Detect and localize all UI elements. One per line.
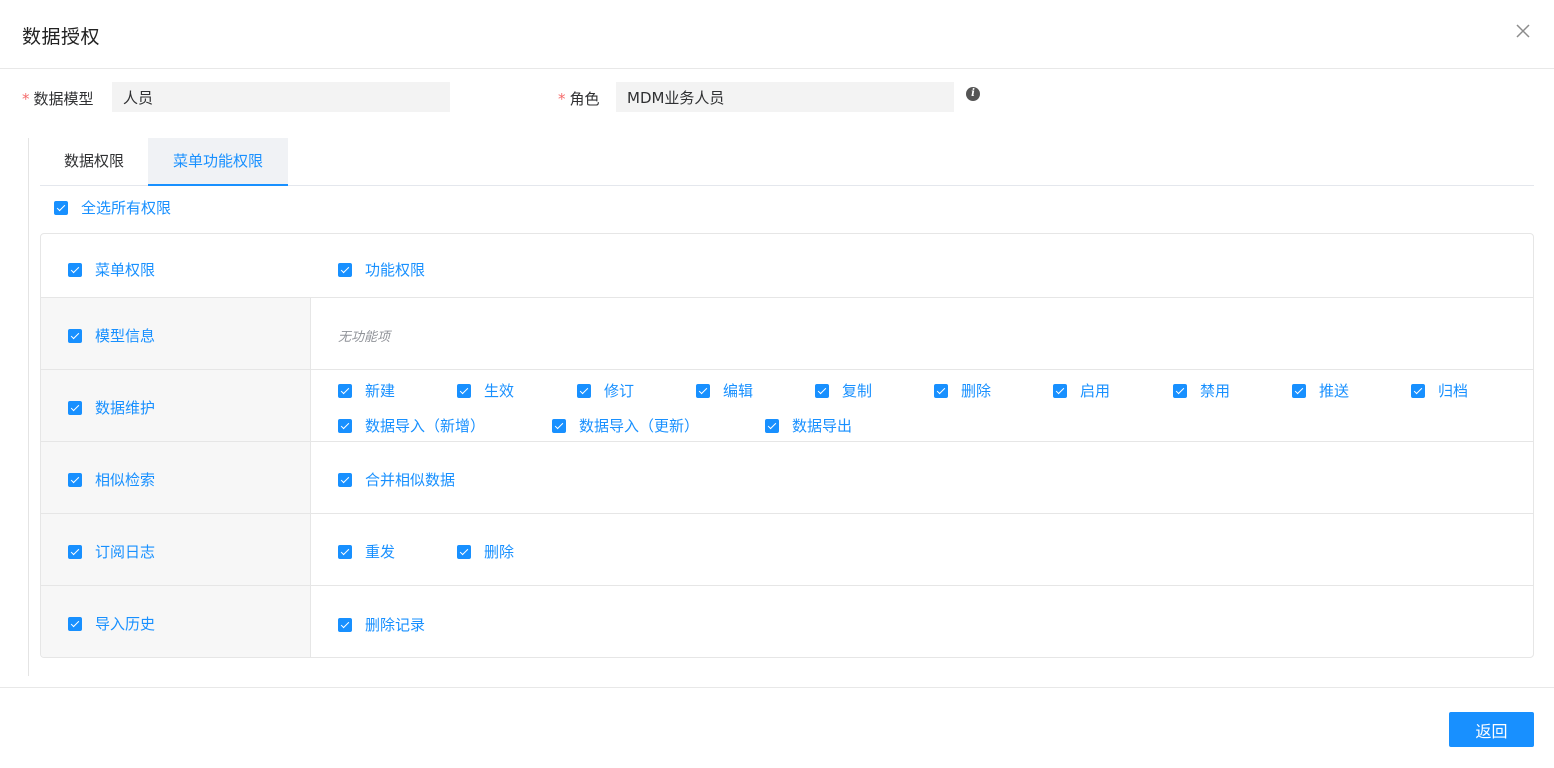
menu-checkbox[interactable]: 导入历史 — [68, 613, 155, 634]
checkbox-checked-icon — [1292, 383, 1306, 398]
checkbox-checked-icon — [552, 418, 566, 433]
menu-permission-header-checkbox[interactable]: 菜单权限 — [68, 259, 155, 280]
checkbox-checked-icon — [338, 383, 352, 398]
tab-bar: 数据权限 菜单功能权限 — [40, 138, 1534, 186]
info-icon[interactable]: i — [966, 87, 980, 101]
checkbox-checked-icon — [338, 418, 352, 433]
checkbox-checked-icon — [68, 544, 82, 559]
required-mark: * — [22, 90, 30, 108]
no-function-text: 无功能项 — [338, 330, 391, 345]
tab-data-permission[interactable]: 数据权限 — [40, 138, 148, 186]
left-divider — [28, 138, 29, 676]
function-checkbox[interactable]: 删除 — [457, 541, 514, 562]
function-checkbox[interactable]: 新建 — [338, 380, 395, 401]
menu-checkbox[interactable]: 数据维护 — [68, 397, 155, 418]
function-checkbox[interactable]: 数据导入（新增） — [338, 415, 485, 436]
checkbox-checked-icon — [815, 383, 829, 398]
checkbox-checked-icon — [457, 383, 471, 398]
function-checkbox[interactable]: 编辑 — [696, 380, 753, 401]
select-all-checkbox[interactable]: 全选所有权限 — [54, 197, 171, 218]
checkbox-checked-icon — [1053, 383, 1067, 398]
checkbox-checked-icon — [68, 616, 82, 631]
function-checkbox[interactable]: 推送 — [1292, 380, 1349, 401]
required-mark: * — [558, 90, 566, 108]
table-row: 模型信息 无功能项 — [41, 297, 1533, 369]
role-input[interactable] — [616, 82, 954, 112]
close-icon[interactable] — [1512, 20, 1534, 42]
checkbox-checked-icon — [457, 544, 471, 559]
checkbox-checked-icon — [696, 383, 710, 398]
function-checkbox[interactable]: 数据导入（更新） — [552, 415, 699, 436]
menu-checkbox[interactable]: 订阅日志 — [68, 541, 155, 562]
table-row: 相似检索 合并相似数据 — [41, 441, 1533, 513]
table-row: 数据维护 新建 生效 修订 编辑 复制 删除 启用 禁用 推送 归档 数据导入（… — [41, 369, 1533, 441]
function-checkbox[interactable]: 修订 — [577, 380, 634, 401]
checkbox-checked-icon — [68, 400, 82, 415]
function-checkbox[interactable]: 生效 — [457, 380, 514, 401]
checkbox-checked-icon — [577, 383, 591, 398]
function-checkbox[interactable]: 数据导出 — [765, 415, 852, 436]
table-row: 订阅日志 重发 删除 — [41, 513, 1533, 585]
checkbox-checked-icon — [68, 328, 82, 343]
checkbox-checked-icon — [338, 472, 352, 487]
function-checkbox[interactable]: 启用 — [1053, 380, 1110, 401]
back-button[interactable]: 返回 — [1449, 712, 1534, 747]
checkbox-checked-icon — [68, 472, 82, 487]
select-all-label: 全选所有权限 — [81, 199, 172, 217]
table-header-row: 菜单权限 功能权限 — [41, 234, 1533, 297]
checkbox-checked-icon — [338, 262, 352, 277]
dialog-title: 数据授权 — [22, 26, 101, 48]
function-checkbox[interactable]: 删除 — [934, 380, 991, 401]
checkbox-checked-icon — [338, 617, 352, 632]
model-input[interactable] — [112, 82, 450, 112]
table-row: 导入历史 删除记录 — [41, 585, 1533, 657]
menu-checkbox[interactable]: 模型信息 — [68, 325, 155, 346]
checkbox-checked-icon — [54, 200, 68, 215]
permission-table: 菜单权限 功能权限 模型信息 无功能项 数据维护 新建 生效 修订 编辑 复制 … — [40, 233, 1534, 658]
function-checkbox[interactable]: 重发 — [338, 541, 395, 562]
footer-divider — [0, 687, 1554, 688]
tab-menu-function-permission[interactable]: 菜单功能权限 — [148, 138, 288, 186]
checkbox-checked-icon — [68, 262, 82, 277]
function-checkbox[interactable]: 归档 — [1411, 380, 1468, 401]
checkbox-checked-icon — [338, 544, 352, 559]
function-permission-header-checkbox[interactable]: 功能权限 — [338, 259, 425, 280]
role-label: * 角色 — [558, 90, 600, 108]
function-checkbox[interactable]: 合并相似数据 — [338, 469, 455, 490]
checkbox-checked-icon — [765, 418, 779, 433]
function-checkbox[interactable]: 禁用 — [1173, 380, 1230, 401]
dialog-header: 数据授权 — [0, 0, 1554, 69]
checkbox-checked-icon — [934, 383, 948, 398]
menu-checkbox[interactable]: 相似检索 — [68, 469, 155, 490]
function-checkbox[interactable]: 复制 — [815, 380, 872, 401]
function-checkbox[interactable]: 删除记录 — [338, 614, 425, 635]
checkbox-checked-icon — [1173, 383, 1187, 398]
checkbox-checked-icon — [1411, 383, 1425, 398]
model-label: * 数据模型 — [22, 90, 94, 108]
